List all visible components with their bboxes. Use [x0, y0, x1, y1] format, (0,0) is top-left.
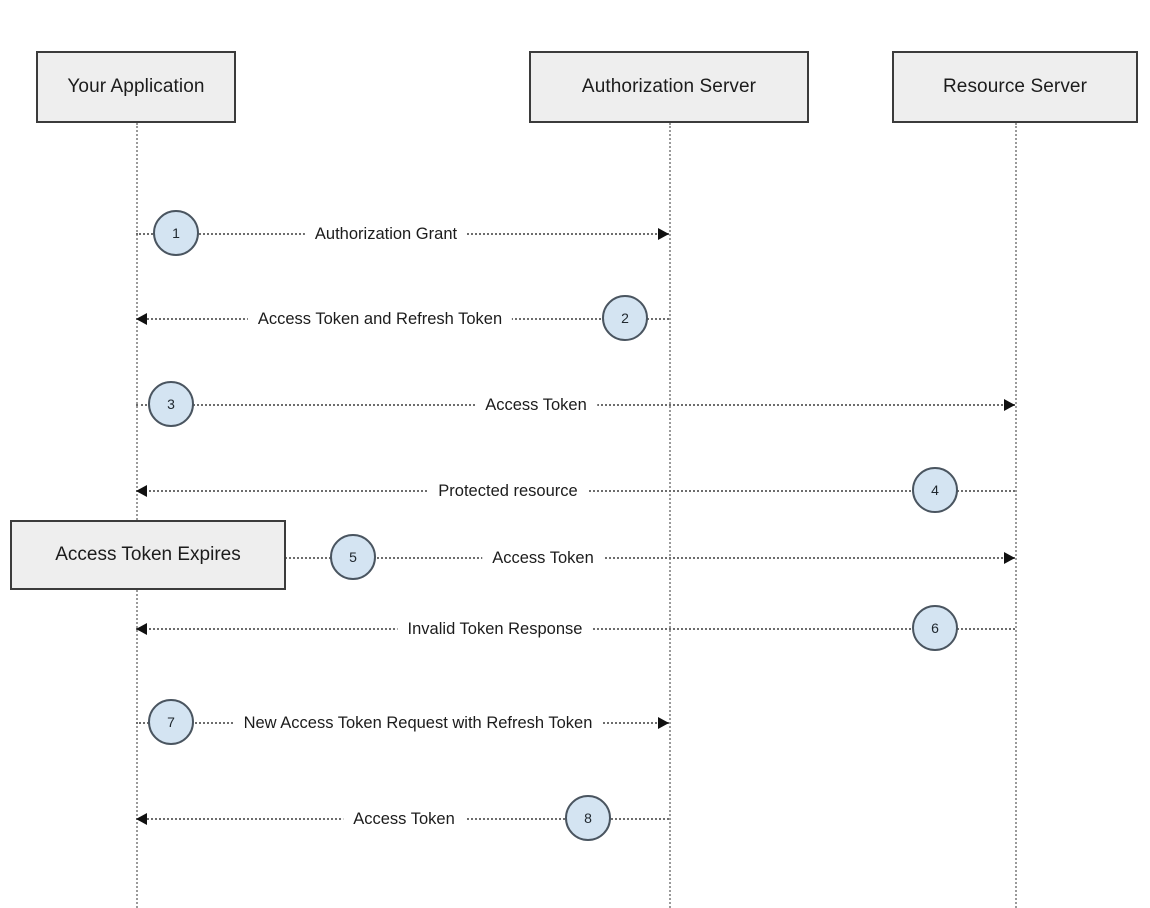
note-box-token-expires[interactable]: Access Token Expires [10, 520, 286, 590]
message-label: Access Token [482, 548, 604, 568]
arrowhead-right-icon [658, 228, 669, 240]
step-badge-2[interactable]: 2 [602, 295, 648, 341]
message-label: New Access Token Request with Refresh To… [233, 713, 603, 733]
arrowhead-left-icon [136, 485, 147, 497]
message-label: Authorization Grant [304, 224, 468, 244]
actor-box-ressrv[interactable]: Resource Server [892, 51, 1138, 123]
lifeline-authsrv [669, 123, 671, 908]
message-label: Access Token and Refresh Token [247, 309, 513, 329]
actor-label: Authorization Server [581, 76, 757, 97]
actor-label: Your Application [67, 76, 205, 97]
lifeline-app [136, 123, 138, 908]
actor-label: Resource Server [942, 76, 1088, 97]
actor-box-app[interactable]: Your Application [36, 51, 236, 123]
lifeline-ressrv [1015, 123, 1017, 908]
arrowhead-left-icon [136, 313, 147, 325]
step-badge-5[interactable]: 5 [330, 534, 376, 580]
message-label: Protected resource [428, 481, 588, 501]
step-badge-6[interactable]: 6 [912, 605, 958, 651]
step-badge-7[interactable]: 7 [148, 699, 194, 745]
actor-box-authsrv[interactable]: Authorization Server [529, 51, 809, 123]
arrowhead-left-icon [136, 813, 147, 825]
message-label: Access Token [343, 809, 465, 829]
note-label: Access Token Expires [55, 544, 241, 565]
step-badge-3[interactable]: 3 [148, 381, 194, 427]
step-badge-1[interactable]: 1 [153, 210, 199, 256]
step-badge-8[interactable]: 8 [565, 795, 611, 841]
message-label: Access Token [475, 395, 597, 415]
arrowhead-right-icon [1004, 552, 1015, 564]
arrowhead-right-icon [658, 717, 669, 729]
arrowhead-left-icon [136, 623, 147, 635]
sequence-diagram-canvas: Authorization Grant Access Token and Refr… [0, 0, 1150, 908]
step-badge-4[interactable]: 4 [912, 467, 958, 513]
arrowhead-right-icon [1004, 399, 1015, 411]
message-label: Invalid Token Response [397, 619, 593, 639]
